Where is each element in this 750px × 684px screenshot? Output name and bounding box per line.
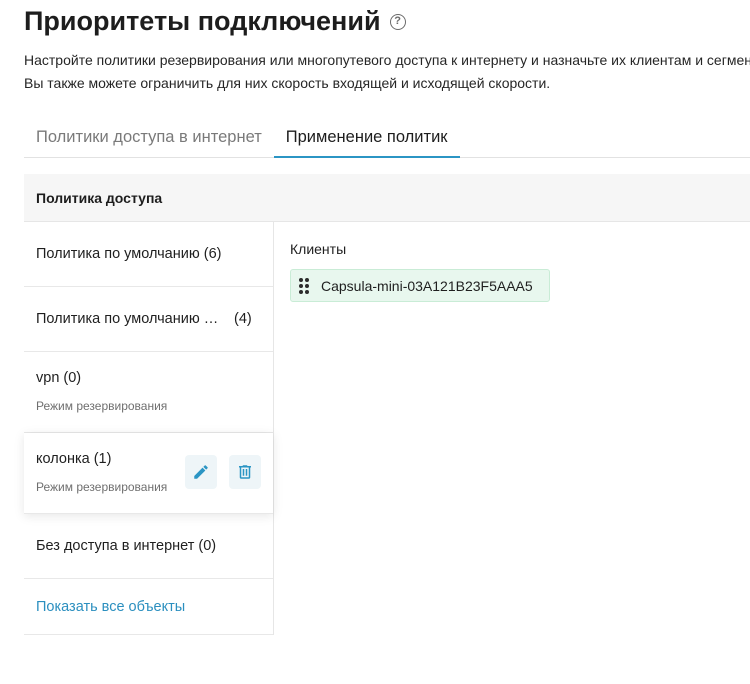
policy-panel-header: Политика доступа (24, 174, 750, 222)
policy-item-label: Без доступа в интернет (0) (36, 538, 217, 554)
policy-item-count: (4) (234, 311, 252, 327)
policy-item-actions (185, 455, 261, 489)
policy-item-default[interactable]: Политика по умолчанию (6) (24, 222, 273, 287)
page-description: Настройте политики резервирования или мн… (24, 52, 750, 91)
page-title-text: Приоритеты подключений (24, 6, 381, 36)
client-name: Capsula-mini-03A121B23F5AAA5 (321, 277, 533, 294)
tab-bar: Политики доступа в интернет Применение п… (24, 118, 750, 158)
drag-handle-icon[interactable] (299, 277, 309, 294)
policy-item-label: vpn (0) (36, 370, 82, 386)
policy-item-no-internet[interactable]: Без доступа в интернет (0) (24, 514, 273, 579)
policy-item-default-segment[interactable]: Политика по умолчанию сегмента (4) (24, 287, 273, 352)
policy-item-label: Политика по умолчанию сегмента (4) (36, 311, 252, 327)
show-all-objects-link[interactable]: Показать все объекты (24, 579, 273, 635)
policy-item-mode: Режим резервирования (36, 399, 168, 413)
edit-policy-button[interactable] (185, 455, 217, 489)
help-circle-icon[interactable]: ? (389, 13, 406, 30)
policy-item-kolonka[interactable]: колонка (1) Режим резервирования (24, 433, 273, 514)
policy-item-label: Политика по умолчанию (6) (36, 246, 222, 262)
policy-item-vpn[interactable]: vpn (0) Режим резервирования (24, 352, 273, 433)
clients-label: Клиенты (290, 241, 347, 257)
tab-access-policies[interactable]: Политики доступа в интернет (24, 118, 274, 158)
tab-policy-application[interactable]: Применение политик (273, 118, 460, 158)
trash-icon (239, 465, 251, 479)
policy-list: Политика по умолчанию (6) Политика по ум… (24, 222, 274, 635)
pencil-icon (194, 465, 208, 479)
delete-policy-button[interactable] (229, 455, 261, 489)
page-title: Приоритеты подключений ? (24, 6, 406, 37)
client-chip[interactable]: Capsula-mini-03A121B23F5AAA5 (290, 269, 550, 302)
